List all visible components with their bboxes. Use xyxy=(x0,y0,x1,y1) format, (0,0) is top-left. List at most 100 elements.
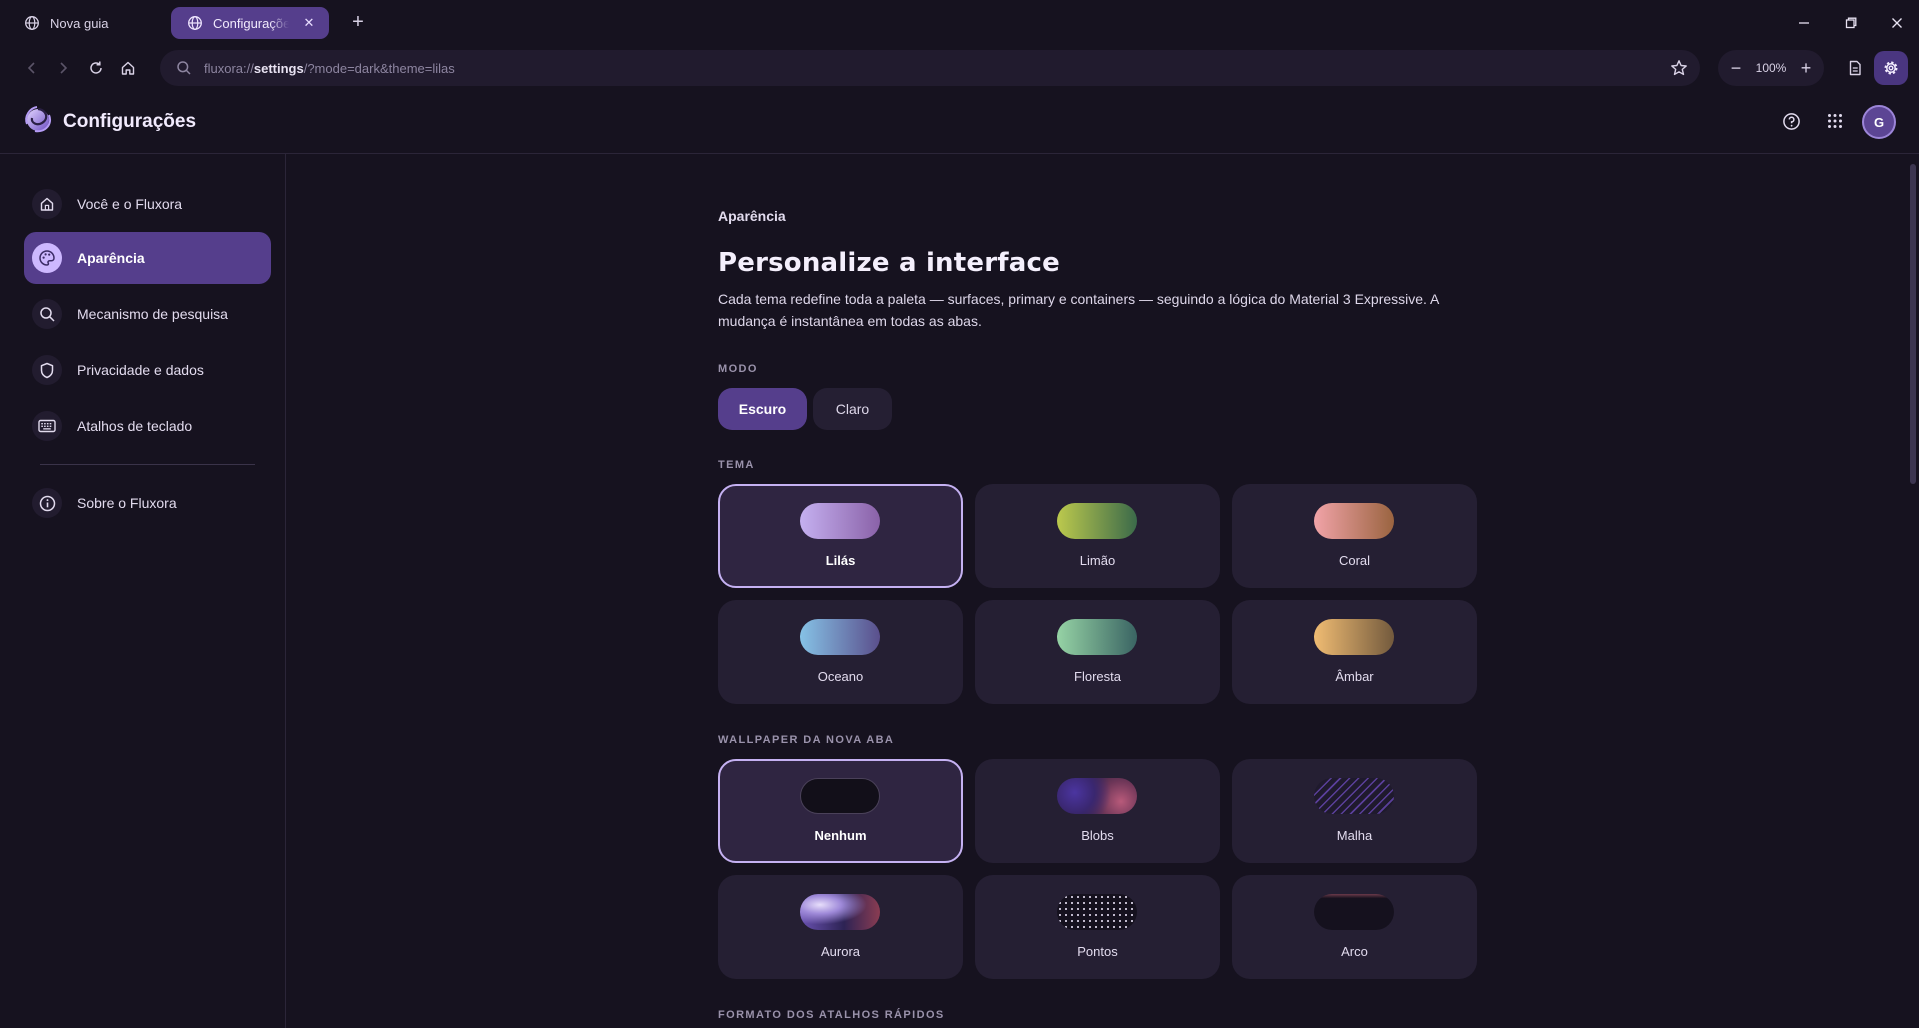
globe-icon xyxy=(188,16,202,30)
theme-card-ambar[interactable]: Âmbar xyxy=(1232,600,1477,704)
wallpaper-card-malha[interactable]: Malha xyxy=(1232,759,1477,863)
theme-swatch xyxy=(1314,619,1394,655)
apps-grid-icon[interactable] xyxy=(1823,109,1847,133)
home-icon[interactable] xyxy=(115,55,141,81)
settings-content: Aparência Personalize a interface Cada t… xyxy=(718,154,1478,1028)
theme-group-label: TEMA xyxy=(718,459,755,471)
new-tab-button[interactable]: + xyxy=(348,12,368,32)
sidebar-item-label: Aparência xyxy=(77,250,145,266)
wallpaper-swatch xyxy=(1314,778,1394,814)
wallpaper-card-label: Blobs xyxy=(1081,828,1114,843)
back-icon[interactable] xyxy=(19,55,45,81)
globe-icon xyxy=(25,16,39,30)
content-heading: Personalize a interface xyxy=(718,248,1060,278)
search-icon xyxy=(32,299,62,329)
theme-swatch xyxy=(800,503,880,539)
theme-card-lilas[interactable]: Lilás xyxy=(718,484,963,588)
zoom-level: 100% xyxy=(1755,61,1787,75)
wallpaper-card-blobs[interactable]: Blobs xyxy=(975,759,1220,863)
wallpaper-card-aurora[interactable]: Aurora xyxy=(718,875,963,979)
wallpaper-swatch xyxy=(800,894,880,930)
sidebar-divider xyxy=(40,464,255,465)
wallpaper-card-none[interactable]: Nenhum xyxy=(718,759,963,863)
tab-new-tab[interactable]: Nova guia xyxy=(8,7,168,39)
wallpaper-group-label: WALLPAPER DA NOVA ABA xyxy=(718,734,895,746)
bookmark-star-icon[interactable] xyxy=(1670,59,1688,77)
page-header: Configurações G xyxy=(0,90,1919,154)
tab-label: Nova guia xyxy=(50,15,109,31)
sidebar-item-you-and-fluxora[interactable]: Você e o Fluxora xyxy=(24,178,271,230)
forward-icon[interactable] xyxy=(50,55,76,81)
home-icon xyxy=(32,189,62,219)
shield-icon xyxy=(32,355,62,385)
theme-card-label: Oceano xyxy=(817,669,864,684)
theme-card-label: Limão xyxy=(1079,553,1116,568)
wallpaper-swatch xyxy=(1314,894,1394,930)
palette-icon xyxy=(32,243,62,273)
toolbar: fluxora://settings/?mode=dark&theme=lila… xyxy=(0,46,1919,90)
zoom-out-button[interactable]: − xyxy=(1726,58,1746,78)
theme-card-limao[interactable]: Limão xyxy=(975,484,1220,588)
scrollbar[interactable] xyxy=(1910,164,1916,484)
sidebar-item-privacy[interactable]: Privacidade e dados xyxy=(24,344,271,396)
url-text: fluxora://settings/?mode=dark&theme=lila… xyxy=(204,60,455,76)
theme-swatch xyxy=(1057,619,1137,655)
theme-card-floresta[interactable]: Floresta xyxy=(975,600,1220,704)
section-title: Aparência xyxy=(718,208,786,224)
address-bar[interactable]: fluxora://settings/?mode=dark&theme=lila… xyxy=(160,50,1700,86)
wallpaper-swatch xyxy=(1057,894,1137,930)
tab-label: Configurações xyxy=(213,15,289,31)
wallpaper-card-label: Arco xyxy=(1341,944,1368,959)
close-window-icon[interactable] xyxy=(1886,12,1908,34)
sidebar-item-label: Atalhos de teclado xyxy=(77,418,193,434)
zoom-control: − 100% + xyxy=(1718,50,1824,86)
sidebar-item-label: Mecanismo de pesquisa xyxy=(77,306,228,322)
sidebar-item-keyboard-shortcuts[interactable]: Atalhos de teclado xyxy=(24,400,271,452)
settings-button[interactable] xyxy=(1874,51,1908,85)
wallpaper-card-label: Pontos xyxy=(1077,944,1118,959)
wallpaper-swatch xyxy=(800,778,880,814)
document-icon[interactable] xyxy=(1842,55,1868,81)
theme-swatch xyxy=(1314,503,1394,539)
sidebar-item-search-engine[interactable]: Mecanismo de pesquisa xyxy=(24,288,271,340)
sidebar-item-label: Sobre o Fluxora xyxy=(77,495,177,511)
zoom-in-button[interactable]: + xyxy=(1796,58,1816,78)
tab-settings[interactable]: Configurações ✕ xyxy=(171,7,329,39)
mode-dark-button[interactable]: Escuro xyxy=(718,388,807,430)
wallpaper-card-pontos[interactable]: Pontos xyxy=(975,875,1220,979)
theme-card-label: Coral xyxy=(1338,553,1371,568)
reload-icon[interactable] xyxy=(83,55,109,81)
theme-card-coral[interactable]: Coral xyxy=(1232,484,1477,588)
page-title: Configurações xyxy=(63,111,197,132)
shortcuts-format-label: FORMATO DOS ATALHOS RÁPIDOS xyxy=(718,1009,945,1021)
search-icon xyxy=(177,61,191,75)
keyboard-icon xyxy=(32,411,62,441)
tab-bar: Nova guia Configurações ✕ + xyxy=(0,0,1919,46)
theme-card-label: Âmbar xyxy=(1335,669,1374,684)
sidebar-item-about[interactable]: Sobre o Fluxora xyxy=(24,477,271,529)
sidebar-item-label: Privacidade e dados xyxy=(77,362,204,378)
wallpaper-card-label: Aurora xyxy=(820,944,861,959)
wallpaper-swatch xyxy=(1057,778,1137,814)
theme-card-label: Floresta xyxy=(1074,669,1121,684)
gear-icon xyxy=(1884,61,1898,75)
close-tab-icon[interactable]: ✕ xyxy=(301,15,317,31)
sidebar-item-appearance[interactable]: Aparência xyxy=(24,232,271,284)
info-icon xyxy=(32,488,62,518)
avatar[interactable]: G xyxy=(1862,105,1896,139)
mode-light-button[interactable]: Claro xyxy=(813,388,892,430)
mode-group-label: MODO xyxy=(718,363,758,375)
theme-swatch xyxy=(1057,503,1137,539)
theme-card-label: Lilás xyxy=(825,553,856,568)
minimize-icon[interactable] xyxy=(1793,12,1815,34)
content-description: Cada tema redefine toda a paleta — surfa… xyxy=(718,291,1439,329)
theme-swatch xyxy=(800,619,880,655)
help-icon[interactable] xyxy=(1779,109,1803,133)
wallpaper-card-label: Malha xyxy=(1336,828,1373,843)
restore-icon[interactable] xyxy=(1840,12,1862,34)
sidebar: Você e o Fluxora Aparência Mecanismo de … xyxy=(0,154,286,1028)
theme-card-oceano[interactable]: Oceano xyxy=(718,600,963,704)
sidebar-item-label: Você e o Fluxora xyxy=(77,196,183,212)
wallpaper-card-arco[interactable]: Arco xyxy=(1232,875,1477,979)
wallpaper-card-label: Nenhum xyxy=(814,828,867,843)
